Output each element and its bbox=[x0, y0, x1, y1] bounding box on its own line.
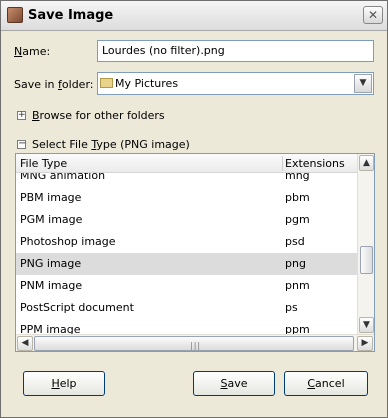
filetype-section-toggle[interactable]: Select File Type (PNG image) bbox=[32, 138, 190, 151]
column-header-extensions[interactable]: Extensions bbox=[285, 157, 345, 170]
list-rows: MNG animation mng PBM image pbm PGM image p… bbox=[16, 173, 357, 334]
name-input[interactable]: Lourdes (no filter).png bbox=[97, 40, 374, 62]
folder-combo[interactable]: My Pictures ▼ bbox=[97, 72, 374, 95]
save-image-dialog: Save Image ✕ Name: Lourdes (no filter).p… bbox=[0, 0, 388, 418]
name-label: Name: bbox=[14, 45, 51, 58]
list-item[interactable]: PostScript document ps bbox=[16, 297, 357, 319]
browse-expander-icon[interactable]: + bbox=[17, 111, 26, 120]
window-title: Save Image bbox=[28, 8, 114, 23]
list-item[interactable]: MNG animation mng bbox=[16, 173, 357, 187]
list-item[interactable]: PNM image pnm bbox=[16, 275, 357, 297]
folder-value: My Pictures bbox=[115, 77, 179, 90]
filetype-list[interactable]: File Type Extensions MNG animation mng PB… bbox=[15, 153, 375, 352]
close-button[interactable]: ✕ bbox=[363, 6, 383, 24]
list-item[interactable]: Photoshop image psd bbox=[16, 231, 357, 253]
vertical-scrollbar[interactable]: ▲ ▼ bbox=[357, 154, 374, 334]
chevron-down-icon[interactable]: ▼ bbox=[354, 74, 372, 93]
horizontal-scroll-thumb[interactable]: ||| bbox=[34, 336, 354, 351]
browse-folders-toggle[interactable]: Browse for other folders bbox=[32, 109, 165, 122]
save-button[interactable]: Save bbox=[193, 371, 275, 396]
horizontal-scrollbar[interactable]: ◀ ||| ▶ bbox=[16, 334, 374, 351]
title-bar[interactable]: Save Image ✕ bbox=[1, 1, 387, 31]
list-header: File Type Extensions bbox=[16, 154, 357, 173]
list-item-selected[interactable]: PNG image png bbox=[16, 253, 357, 275]
filetype-expander-icon[interactable]: − bbox=[17, 139, 26, 149]
list-item[interactable]: PGM image pgm bbox=[16, 209, 357, 231]
vertical-scroll-thumb[interactable] bbox=[360, 246, 373, 274]
scroll-left-icon[interactable]: ◀ bbox=[17, 336, 33, 351]
list-item[interactable]: PPM image ppm bbox=[16, 319, 357, 334]
list-item[interactable]: PBM image pbm bbox=[16, 187, 357, 209]
cancel-button[interactable]: Cancel bbox=[284, 371, 368, 396]
folder-icon bbox=[100, 78, 113, 88]
column-header-file-type[interactable]: File Type bbox=[20, 157, 67, 170]
grip-icon: ||| bbox=[190, 341, 202, 350]
scroll-right-icon[interactable]: ▶ bbox=[357, 336, 373, 351]
scroll-up-icon[interactable]: ▲ bbox=[359, 155, 374, 171]
column-divider[interactable] bbox=[282, 156, 283, 171]
scroll-down-icon[interactable]: ▼ bbox=[359, 317, 374, 333]
photo-icon bbox=[7, 7, 23, 23]
help-button[interactable]: Help bbox=[23, 371, 105, 396]
folder-label: Save in folder: bbox=[14, 78, 94, 91]
